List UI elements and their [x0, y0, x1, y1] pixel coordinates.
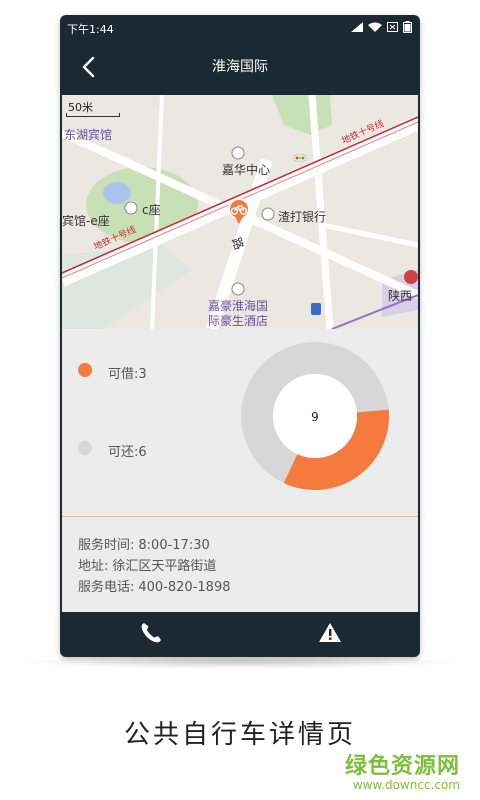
station-info: 服务时间: 8:00-17:30 地址: 徐汇区天平路街道 服务电话: 400-820… — [62, 517, 418, 605]
status-time: 下午1:44 — [67, 23, 114, 36]
screenshot-stage: 下午1:44 淮海国际 50米 东湖宾馆 嘉华中心 宾馆-e座 c座 渣打银行 … — [0, 0, 480, 800]
address-value: 徐汇区天平路街道 — [112, 559, 217, 574]
service-hours-label: 服务时间: — [78, 538, 135, 553]
phone-label: 服务电话: — [78, 580, 135, 595]
phone-frame: 下午1:44 淮海国际 50米 东湖宾馆 嘉华中心 宾馆-e座 c座 渣打银行 … — [60, 15, 420, 657]
watermark-url: www.downcc.com — [352, 778, 460, 792]
map-poi-jiahua: 嘉华中心 — [222, 163, 271, 177]
call-button[interactable] — [138, 620, 164, 646]
map-bus-stop — [311, 303, 321, 315]
availability-donut-chart: 9 — [241, 342, 389, 490]
map-poi-marker-jiahua — [231, 146, 245, 160]
watermark-title: 绿色资源网 — [344, 754, 460, 779]
signal-icon — [351, 22, 363, 35]
address-row: 地址: 徐汇区天平路街道 — [78, 556, 418, 577]
station-map[interactable]: 50米 东湖宾馆 嘉华中心 宾馆-e座 c座 渣打银行 嘉豪淮海国 际豪生酒店 … — [62, 95, 418, 329]
battery-icon — [403, 21, 412, 36]
map-poi-czuo: c座 — [142, 203, 161, 217]
map-road-east — [321, 222, 418, 248]
map-poi-donghu: 东湖宾馆 — [64, 128, 113, 142]
site-watermark: 绿色资源网 www.downcc.com — [345, 748, 460, 792]
map-poi-binguan-e: 宾馆-e座 — [62, 214, 110, 228]
return-legend-dot — [78, 441, 92, 455]
phone-icon — [138, 623, 164, 650]
donut-total: 9 — [311, 410, 319, 424]
map-park-top — [272, 95, 332, 135]
availability-panel: 可借:3 可还:6 9 — [62, 329, 418, 517]
borrow-legend-dot — [78, 363, 92, 377]
map-poi-marker-hotel — [231, 282, 245, 296]
map-poi-bank: 渣打银行 — [278, 210, 327, 224]
map-scale-bar — [66, 113, 120, 117]
map-lake — [103, 182, 131, 204]
page-caption: 公共自行车详情页 — [123, 720, 356, 750]
map-poi-marker-bank — [261, 207, 275, 221]
page-title: 淮海国际 — [212, 59, 268, 75]
phone-value[interactable]: 400-820-1898 — [138, 580, 230, 595]
status-icons — [351, 21, 412, 36]
report-issue-button[interactable] — [317, 620, 343, 646]
top-nav-bar: 淮海国际 — [62, 39, 418, 95]
return-label: 可还:6 — [108, 445, 147, 460]
map-metro-marker — [404, 270, 418, 284]
map-poi-shanxi: 陕西 — [388, 289, 413, 303]
sim-icon — [387, 22, 398, 35]
phone-row: 服务电话: 400-820-1898 — [78, 577, 418, 598]
status-bar: 下午1:44 — [62, 17, 418, 39]
map-poi-marker-czuo — [124, 201, 138, 215]
borrow-label: 可借:3 — [108, 367, 147, 382]
map-poi-hotel-line2: 际豪生酒店 — [208, 314, 269, 328]
bottom-action-bar — [62, 612, 418, 655]
address-label: 地址: — [78, 559, 109, 574]
app-screen: 下午1:44 淮海国际 50米 东湖宾馆 嘉华中心 宾馆-e座 c座 渣打银行 … — [62, 17, 418, 655]
bike-station-marker-tail — [235, 217, 243, 224]
wifi-icon — [368, 22, 382, 35]
service-hours-value: 8:00-17:30 — [138, 538, 210, 553]
phone-shadow — [20, 655, 460, 669]
warning-icon — [317, 623, 343, 650]
service-hours-row: 服务时间: 8:00-17:30 — [78, 535, 418, 556]
